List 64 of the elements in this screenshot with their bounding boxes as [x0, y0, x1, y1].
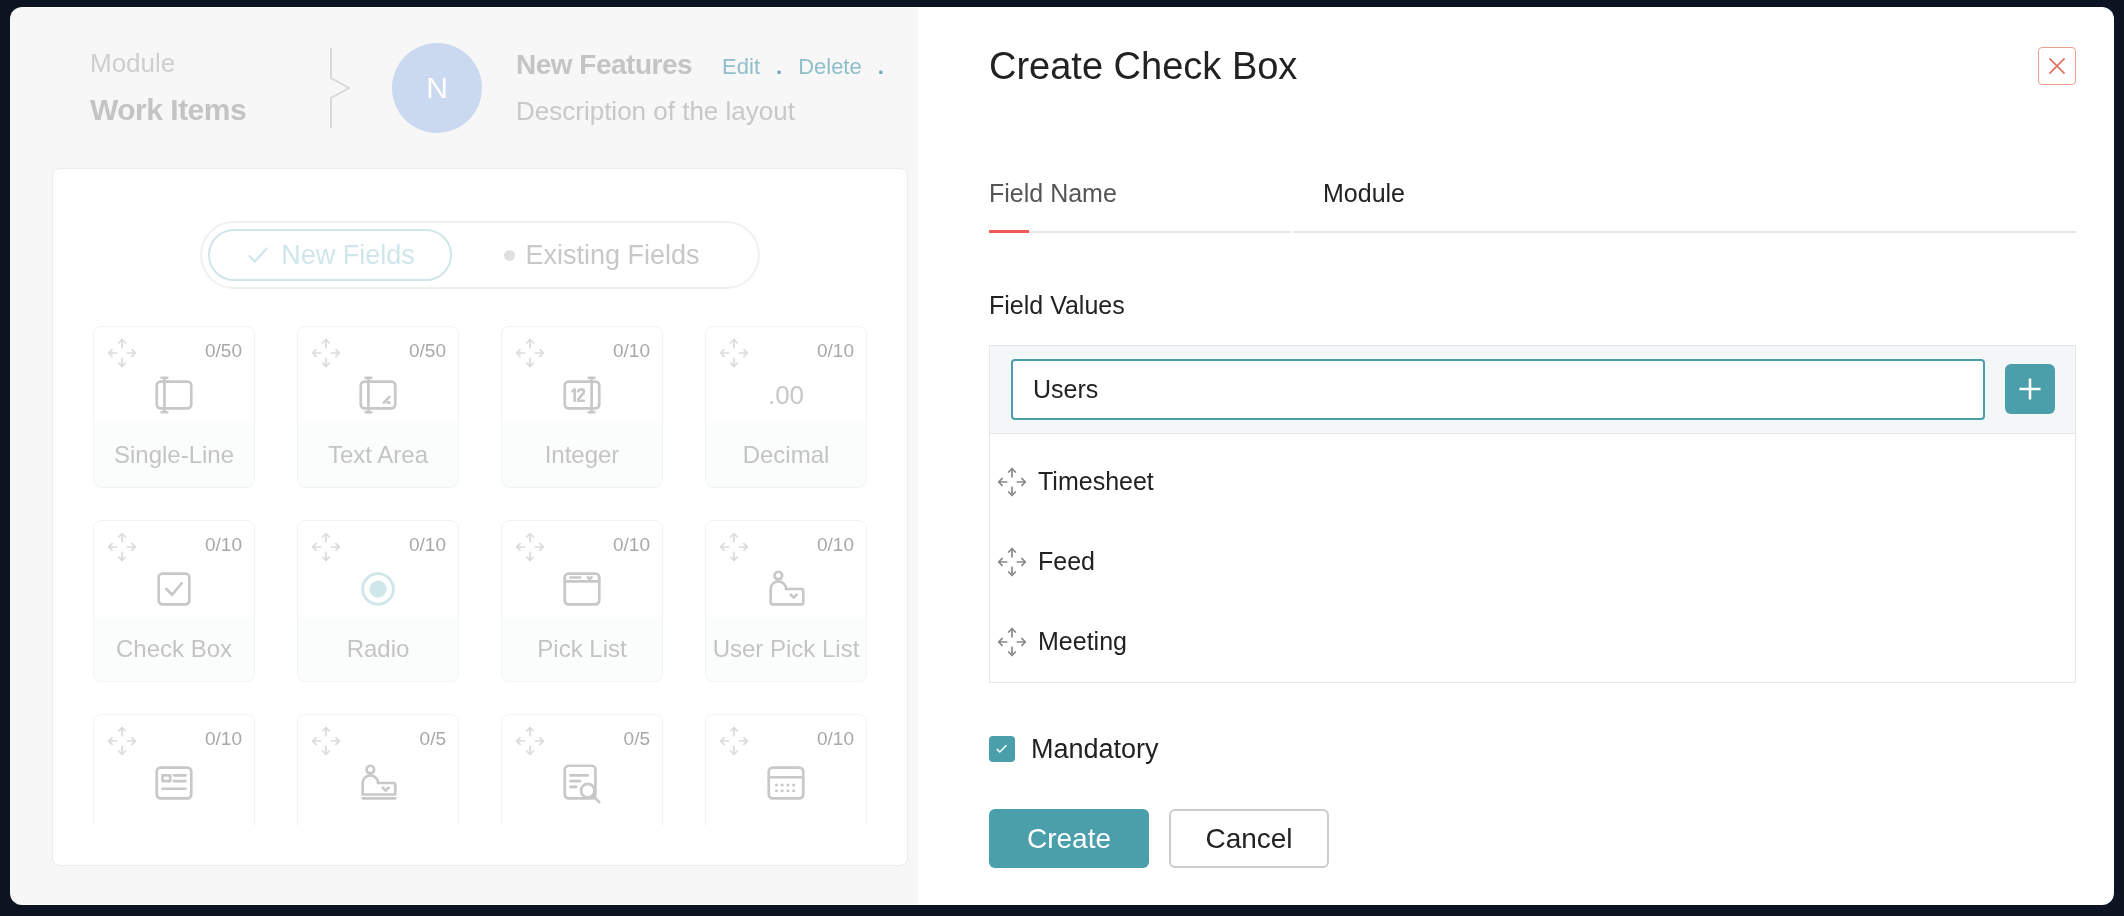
value-item[interactable]: Feed [1038, 542, 1095, 581]
move-icon [106, 725, 138, 757]
field-type-tile[interactable]: 0/5 [501, 714, 663, 826]
field-type-label: Radio [346, 634, 410, 664]
cancel-button[interactable]: Cancel [1169, 809, 1329, 868]
value-item[interactable]: Meeting [1038, 622, 1127, 661]
move-icon [514, 337, 546, 369]
field-type-tile[interactable]: 0/10 Radio [297, 520, 459, 682]
field-type-tile[interactable]: 0/10 Integer [501, 326, 663, 488]
field-type-tile[interactable]: 0/10 [705, 714, 867, 826]
move-icon [996, 545, 1028, 578]
field-label: Field Values [989, 290, 1126, 321]
move-icon [996, 465, 1028, 498]
separator-dot: . [877, 53, 884, 81]
field-type-label: Check Box [115, 634, 233, 664]
action-link[interactable]: Delete [798, 50, 862, 83]
move-icon [718, 725, 750, 757]
move-icon [718, 337, 750, 369]
usage-count: 0/50 [409, 339, 446, 363]
field-type-label: Pick List [537, 634, 627, 664]
dialog-title: Create Check Box [989, 43, 1298, 89]
field-type-label: Text Area [327, 440, 429, 470]
usage-count: 0/5 [419, 727, 446, 751]
close-button[interactable] [2038, 47, 2076, 85]
field-type-tile[interactable]: 0/50 Text Area [297, 326, 459, 488]
field-type-tile[interactable]: 0/10 Check Box [93, 520, 255, 682]
checkbox-label: Mandatory [1031, 732, 1159, 766]
field-type-label: Single-Line [113, 440, 235, 470]
field-type-tile[interactable]: 0/10 Pick List [501, 520, 663, 682]
move-icon [996, 625, 1028, 658]
usage-count: 0/10 [817, 727, 854, 751]
field-type-tile[interactable]: 0/50 Single-Line [93, 326, 255, 488]
field-name-input[interactable]: Module [1293, 175, 2076, 233]
field-type-label: Integer [544, 440, 620, 470]
move-icon [310, 337, 342, 369]
move-icon [106, 531, 138, 563]
value-input[interactable]: Users [1011, 358, 1985, 420]
mandatory-checkbox[interactable] [989, 735, 1015, 762]
usage-count: 0/10 [205, 533, 242, 557]
add-button[interactable] [2005, 364, 2055, 414]
move-icon [514, 531, 546, 563]
usage-count: 0/10 [817, 533, 854, 557]
field-label: Field Name [989, 178, 1117, 209]
move-icon [310, 531, 342, 563]
field-type-tile[interactable]: 0/10 [93, 714, 255, 826]
usage-count: 0/10 [613, 339, 650, 363]
move-icon [310, 725, 342, 757]
usage-count: 0/5 [623, 727, 650, 751]
value-item[interactable]: Timesheet [1038, 462, 1154, 501]
separator-dot: . [776, 53, 783, 81]
usage-count: 0/10 [817, 339, 854, 363]
move-icon [106, 337, 138, 369]
field-type-tile[interactable]: 0/10 User Pick List [705, 520, 867, 682]
field-type-label: User Pick List [712, 634, 860, 664]
action-link[interactable]: Edit [722, 50, 760, 83]
move-icon [514, 725, 546, 757]
usage-count: 0/10 [613, 533, 650, 557]
move-icon [718, 531, 750, 563]
usage-count: 0/10 [205, 727, 242, 751]
field-type-label: Decimal [742, 440, 830, 470]
field-type-tile[interactable]: 0/5 [297, 714, 459, 826]
usage-count: 0/10 [409, 533, 446, 557]
create-button[interactable]: Create [989, 809, 1149, 868]
usage-count: 0/50 [205, 339, 242, 363]
